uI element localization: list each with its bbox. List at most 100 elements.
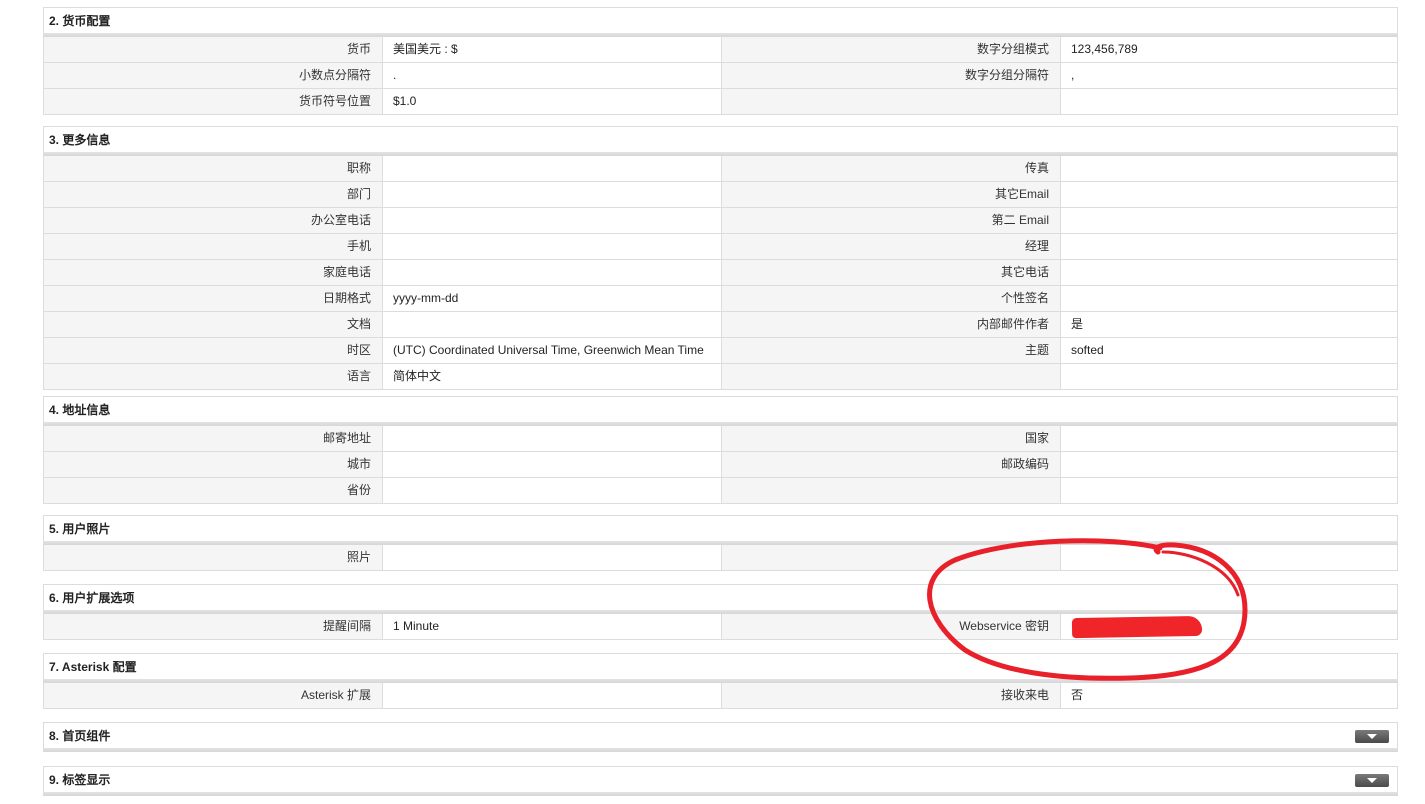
field-label: 第二 Email [722,208,1061,233]
field-label: 主题 [722,338,1061,363]
section-body: 照片 [43,545,1398,571]
field-value: 简体中文 [383,364,722,389]
section-title: 6. 用户扩展选项 [43,584,1398,614]
field-row: 办公室电话 第二 Email [44,207,1397,233]
field-row: 城市 邮政编码 [44,451,1397,477]
section-body: 邮寄地址 国家 城市 邮政编码 省份 [43,426,1398,504]
field-label: 传真 [722,156,1061,181]
field-value: yyyy-mm-dd [383,286,722,311]
field-value [383,182,722,207]
field-value: softed [1061,338,1397,363]
section-title-text: 9. 标签显示 [49,773,111,787]
field-value: 否 [1061,683,1397,708]
field-value [1061,426,1397,451]
field-row: 手机 经理 [44,233,1397,259]
field-label: 手机 [44,234,383,259]
field-value: 123,456,789 [1061,37,1397,62]
section-body: 职称 传真 部门 其它Email 办公室电话 第二 Email 手机 经理 家庭… [43,156,1398,390]
section-more-info: 3. 更多信息 职称 传真 部门 其它Email 办公室电话 第二 Email … [43,126,1398,390]
field-label [722,364,1061,389]
field-label: 邮政编码 [722,452,1061,477]
field-label: 内部邮件作者 [722,312,1061,337]
field-label: 货币符号位置 [44,89,383,114]
field-value [1061,156,1397,181]
field-label: 家庭电话 [44,260,383,285]
field-row: 职称 传真 [44,156,1397,181]
field-value [383,683,722,708]
field-label: 日期格式 [44,286,383,311]
expand-toggle-icon[interactable] [1355,774,1389,787]
section-title: 8. 首页组件 [43,722,1398,752]
field-value [1061,89,1397,114]
section-body: 货币 美国美元 : $ 数字分组模式 123,456,789 小数点分隔符 . … [43,37,1398,115]
section-homepage-widgets: 8. 首页组件 [43,722,1398,752]
field-label [722,89,1061,114]
field-label: 个性签名 [722,286,1061,311]
field-value: (UTC) Coordinated Universal Time, Greenw… [383,338,722,363]
field-value [1061,260,1397,285]
field-label: 货币 [44,37,383,62]
field-label: 其它Email [722,182,1061,207]
field-label: 经理 [722,234,1061,259]
field-value [1061,234,1397,259]
field-label [722,545,1061,570]
section-address: 4. 地址信息 邮寄地址 国家 城市 邮政编码 省份 [43,396,1398,504]
field-label: 邮寄地址 [44,426,383,451]
field-value: 1 Minute [383,614,722,639]
field-value [1061,286,1397,311]
field-label: 省份 [44,478,383,503]
field-label: Asterisk 扩展 [44,683,383,708]
field-label: 国家 [722,426,1061,451]
field-row: 邮寄地址 国家 [44,426,1397,451]
field-label: 文档 [44,312,383,337]
field-label: 照片 [44,545,383,570]
field-label: Webservice 密钥 [722,614,1061,639]
field-row: Asterisk 扩展 接收来电 否 [44,683,1397,708]
field-value [383,234,722,259]
field-value [1061,478,1397,503]
section-title: 3. 更多信息 [43,126,1398,156]
field-value [1061,182,1397,207]
field-value: $1.0 [383,89,722,114]
field-label: 城市 [44,452,383,477]
field-value [1061,545,1397,570]
field-row: 省份 [44,477,1397,503]
field-label: 提醒间隔 [44,614,383,639]
section-title: 4. 地址信息 [43,396,1398,426]
field-value [383,426,722,451]
section-asterisk: 7. Asterisk 配置 Asterisk 扩展 接收来电 否 [43,653,1398,709]
field-value [383,260,722,285]
field-row: 部门 其它Email [44,181,1397,207]
section-body: Asterisk 扩展 接收来电 否 [43,683,1398,709]
section-title: 5. 用户照片 [43,515,1398,545]
field-label: 其它电话 [722,260,1061,285]
field-label [722,478,1061,503]
field-label: 接收来电 [722,683,1061,708]
section-title-text: 8. 首页组件 [49,729,111,743]
expand-toggle-icon[interactable] [1355,730,1389,743]
field-value [383,312,722,337]
field-row: 日期格式 yyyy-mm-dd 个性签名 [44,285,1397,311]
field-label: 数字分组分隔符 [722,63,1061,88]
section-title: 9. 标签显示 [43,766,1398,796]
field-value: 是 [1061,312,1397,337]
field-label: 语言 [44,364,383,389]
field-value [1061,364,1397,389]
field-value [383,545,722,570]
field-row: 文档 内部邮件作者 是 [44,311,1397,337]
field-value: , [1061,63,1397,88]
section-title: 7. Asterisk 配置 [43,653,1398,683]
section-title: 2. 货币配置 [43,7,1398,37]
field-label: 部门 [44,182,383,207]
field-row: 家庭电话 其它电话 [44,259,1397,285]
field-value [383,478,722,503]
section-user-photo: 5. 用户照片 照片 [43,515,1398,571]
field-value: 美国美元 : $ [383,37,722,62]
field-row: 语言 简体中文 [44,363,1397,389]
redaction-mark [1071,615,1203,639]
field-label: 职称 [44,156,383,181]
field-row: 时区 (UTC) Coordinated Universal Time, Gre… [44,337,1397,363]
section-currency: 2. 货币配置 货币 美国美元 : $ 数字分组模式 123,456,789 小… [43,7,1398,115]
field-label: 数字分组模式 [722,37,1061,62]
field-label: 时区 [44,338,383,363]
